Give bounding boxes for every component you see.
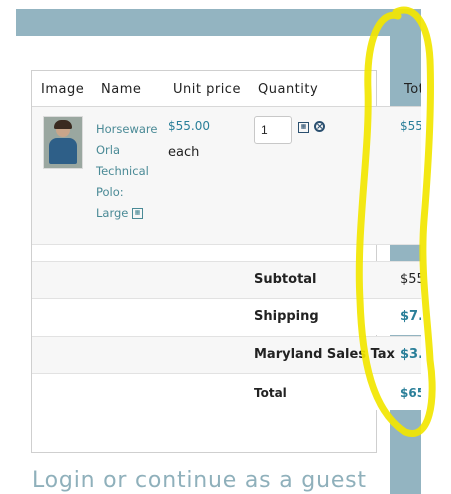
login-or-guest-heading: Login or continue as a guest (32, 468, 367, 493)
header-name: Name (101, 82, 142, 97)
header-unit-price: Unit price (173, 82, 241, 97)
summary-row-subtotal (32, 262, 421, 298)
total-value: $65.30 (400, 386, 421, 400)
header-quantity: Quantity (258, 82, 319, 97)
total-label: Total (254, 386, 287, 400)
product-name-line: Horseware (96, 122, 158, 136)
row-divider (32, 244, 421, 245)
variant-edit-icon[interactable]: ▦ (132, 208, 144, 219)
product-name-line: Large (96, 206, 129, 220)
summary-row-total (32, 374, 421, 410)
line-total: $55.00 (400, 119, 421, 133)
shipping-value: $7.00 (400, 309, 421, 324)
tax-label: Maryland Sales Tax (254, 347, 395, 362)
remove-item-icon[interactable]: × (314, 121, 325, 132)
right-margin (421, 9, 451, 494)
summary-row-shipping (32, 299, 421, 335)
subtotal-label: Subtotal (254, 272, 317, 287)
product-name-line: Polo: (96, 185, 124, 199)
product-name-line: Orla (96, 143, 121, 157)
product-name-line: Technical (96, 164, 149, 178)
unit-price: $55.00 (168, 119, 210, 133)
subtotal-value: $55.00 (400, 272, 421, 287)
product-thumbnail[interactable] (43, 116, 83, 169)
tax-value: $3.30 (400, 347, 421, 362)
update-quantity-icon[interactable]: ▦ (298, 122, 309, 133)
product-name-link[interactable]: Horseware Orla Technical Polo: Large ▦ (96, 119, 162, 224)
header-image: Image (41, 82, 85, 97)
content-viewport: Image Name Unit price Quantity Total Hor… (0, 0, 421, 494)
shipping-label: Shipping (254, 309, 319, 324)
header-total: Total (404, 82, 421, 97)
quantity-input[interactable] (254, 116, 292, 144)
unit-suffix: each (168, 145, 200, 160)
cart-item-row (32, 107, 421, 244)
